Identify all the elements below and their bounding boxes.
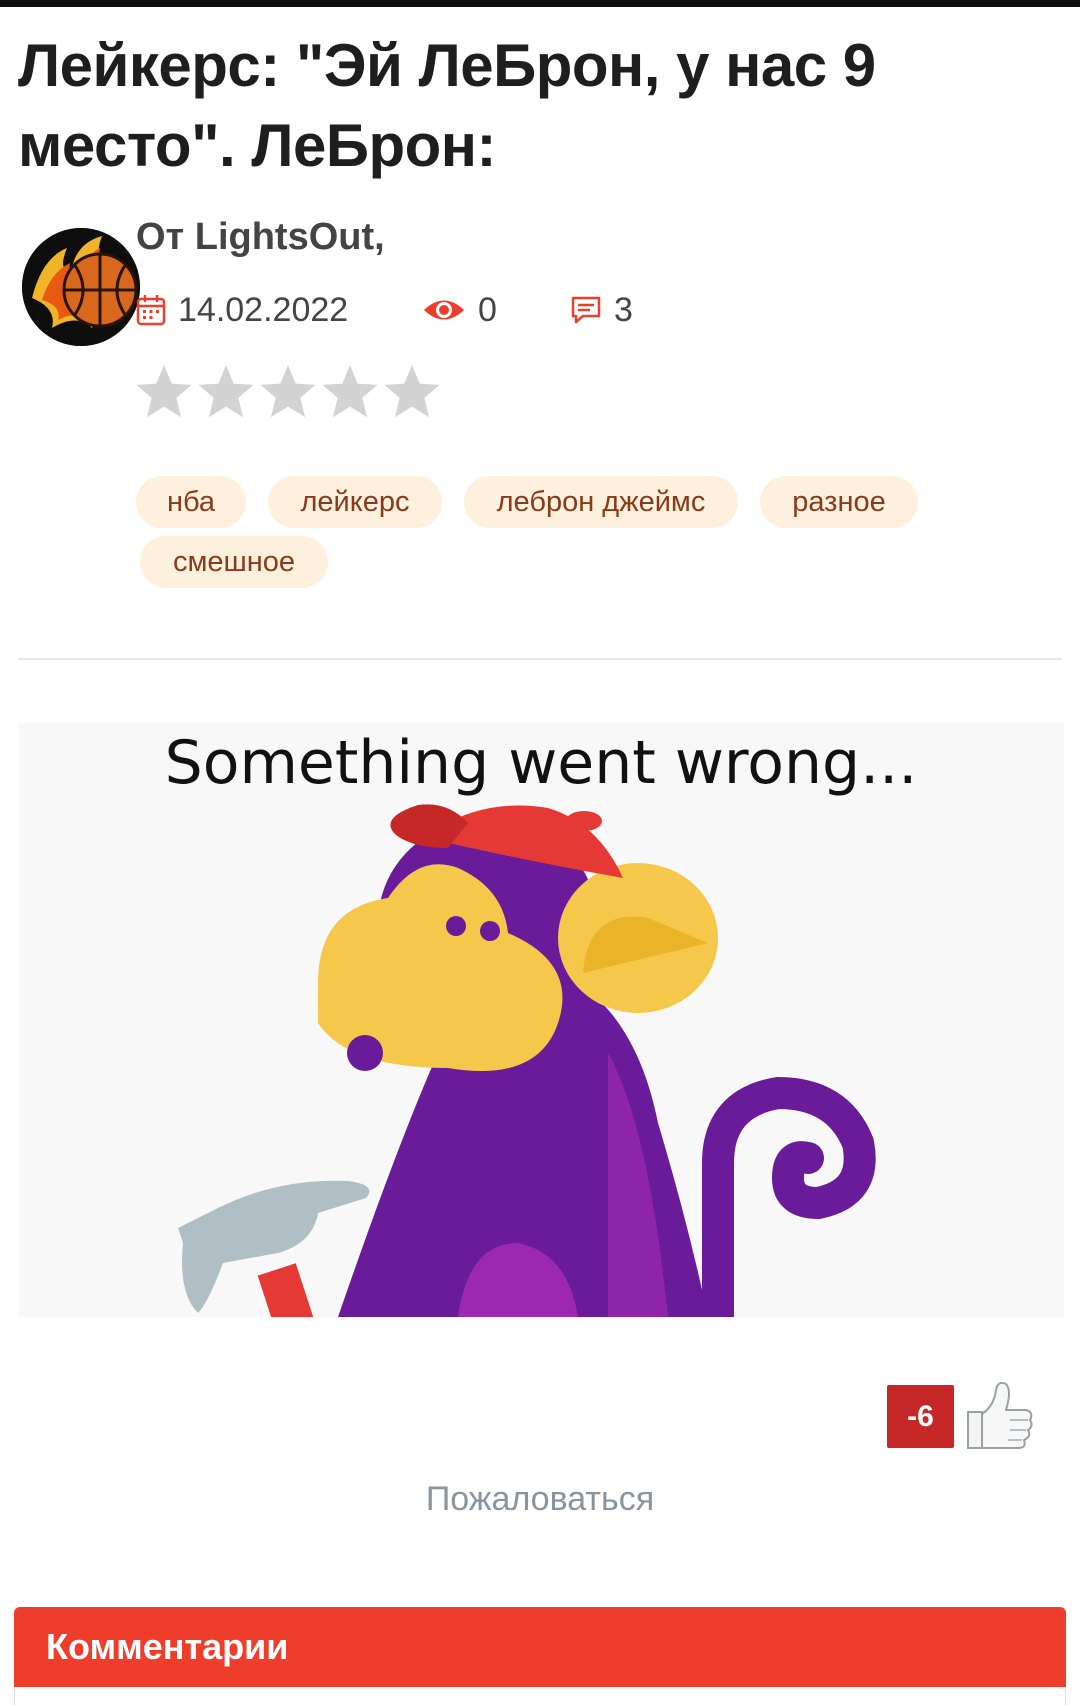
star-icon[interactable] [258,362,318,422]
post-date: 14.02.2022 [136,286,348,334]
comments-panel [14,1687,1066,1705]
star-icon[interactable] [320,362,380,422]
post-date-value: 14.02.2022 [178,290,349,329]
post-title: Лейкерс: "Эй ЛеБрон, у нас 9 место". ЛеБ… [18,32,876,179]
rating-stars[interactable] [134,362,442,422]
comment-icon [571,296,601,324]
embedded-video-error: Something went wrong... [18,723,1064,1317]
error-message: Something went wrong... [164,728,918,798]
eye-icon [424,300,464,320]
post-views-value: 0 [478,290,497,329]
star-icon[interactable] [134,362,194,422]
tag-nba[interactable]: нба [136,476,246,528]
comments-header-title: Комментарии [46,1626,289,1667]
author-avatar[interactable] [22,228,140,346]
comments-header: Комментарии [14,1607,1066,1687]
tag-lebron-james[interactable]: леброн джеймс [464,476,738,528]
report-link[interactable]: Пожаловаться [0,1480,1080,1519]
post-views: 0 [422,286,497,334]
author-name[interactable]: От LightsOut, [136,216,385,259]
tag-misc[interactable]: разное [760,476,918,528]
vote-score: -6 [887,1385,954,1448]
basketball-fire-avatar-image [22,228,140,346]
divider [18,658,1062,660]
monkey-illustration [178,804,876,1317]
star-icon[interactable] [382,362,442,422]
thumbs-up-icon[interactable] [960,1378,1036,1454]
tag-lakers[interactable]: лейкерс [268,476,442,528]
post-comments-value: 3 [614,290,633,329]
tag-funny[interactable]: смешное [140,536,328,588]
star-icon[interactable] [196,362,256,422]
top-bar [0,0,1080,7]
post-meta: 14.02.2022 0 3 [136,286,836,334]
calendar-icon [136,295,166,326]
post-comments-count[interactable]: 3 [570,286,633,334]
